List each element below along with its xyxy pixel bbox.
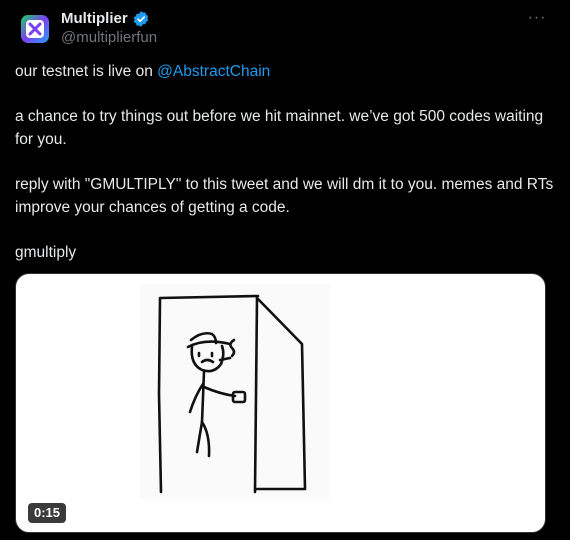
stick-figure-doorway-drawing bbox=[140, 284, 330, 499]
tweet-paragraph-2: a chance to try things out before we hit… bbox=[15, 108, 544, 148]
tweet-line-1: our testnet is live on @AbstractChain bbox=[15, 60, 555, 83]
avatar[interactable] bbox=[17, 11, 53, 47]
multiplier-logo-icon bbox=[21, 15, 49, 43]
more-options-button[interactable]: ··· bbox=[524, 8, 550, 28]
video-player[interactable]: 0:15 bbox=[15, 273, 546, 533]
tweet-paragraph-4: gmultiply bbox=[15, 244, 77, 261]
author-name-row[interactable]: Multiplier bbox=[61, 9, 150, 29]
tweet-paragraph-3: reply with "GMULTIPLY" to this tweet and… bbox=[15, 176, 554, 216]
verified-badge-icon bbox=[132, 10, 150, 28]
tweet-line-1-text: our testnet is live on bbox=[15, 63, 158, 80]
author-handle[interactable]: @multiplierfun bbox=[61, 28, 157, 48]
mention-link[interactable]: @AbstractChain bbox=[157, 63, 270, 80]
tweet-text: our testnet is live on @AbstractChain a … bbox=[15, 60, 555, 264]
more-options-icon: ··· bbox=[527, 9, 547, 26]
display-name[interactable]: Multiplier bbox=[61, 9, 128, 29]
tweet: Multiplier @multiplierfun ··· our testne… bbox=[0, 0, 570, 540]
video-duration-badge: 0:15 bbox=[28, 503, 67, 523]
